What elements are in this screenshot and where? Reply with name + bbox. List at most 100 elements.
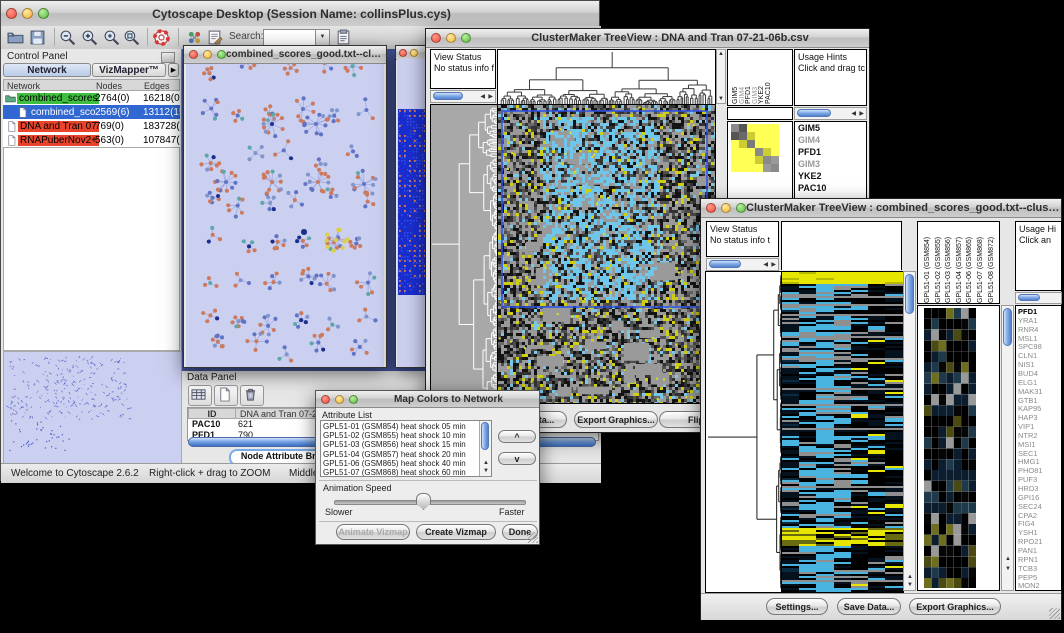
zoom-window-icon[interactable] <box>736 203 746 213</box>
save-session-icon[interactable] <box>29 29 46 46</box>
attribute-item[interactable]: GPL51-02 (GSM855) heat shock 10 min <box>323 431 466 440</box>
tab-network[interactable]: Network <box>3 63 91 77</box>
open-session-icon[interactable] <box>7 29 24 46</box>
tv1-button-exportgraphics[interactable]: Export Graphics... <box>574 411 658 428</box>
network-row-dnaandtran07[interactable]: DNA and Tran 07769(0)183728(0) <box>3 119 180 133</box>
close-icon[interactable] <box>399 49 407 57</box>
network-row-combinedscores[interactable]: combined_scores2764(0)16218(0) <box>3 91 180 105</box>
move-down-button[interactable]: v <box>498 452 536 465</box>
map-colors-titlebar[interactable]: Map Colors to Network <box>316 391 539 408</box>
help-ring-icon[interactable] <box>153 29 170 46</box>
tv2-gene-hmg1[interactable]: HMG1 <box>1018 457 1040 466</box>
resize-grip[interactable] <box>527 532 538 543</box>
tv2-gene-elg1[interactable]: ELG1 <box>1018 378 1037 387</box>
tv2-gene-pep5[interactable]: PEP5 <box>1018 573 1037 582</box>
column-header-edges[interactable]: Edges <box>144 81 180 91</box>
zoom-fit-icon[interactable] <box>123 29 140 46</box>
tv2-gene-yra1[interactable]: YRA1 <box>1018 316 1038 325</box>
attribute-table-icon[interactable] <box>188 385 212 406</box>
tv2-gene-vip1[interactable]: VIP1 <box>1018 422 1034 431</box>
close-icon[interactable] <box>6 8 17 19</box>
tv2-heatmap-vscrollbar[interactable]: ▲ ▼ <box>903 271 916 591</box>
tv2-gene-tcb3[interactable]: TCB3 <box>1018 564 1037 573</box>
zoom-in-icon[interactable] <box>81 29 98 46</box>
attribute-item[interactable]: GPL51-03 (GSM856) heat shock 15 min <box>323 440 466 449</box>
tv2-gene-ntr2[interactable]: NTR2 <box>1018 431 1038 440</box>
minimize-icon[interactable] <box>446 33 456 43</box>
tv2-gene-puf3[interactable]: PUF3 <box>1018 475 1037 484</box>
zoom-window-icon[interactable] <box>349 395 358 404</box>
tv2-gene-kap95[interactable]: KAP95 <box>1018 404 1041 413</box>
close-icon[interactable] <box>189 50 198 59</box>
zoom-selected-icon[interactable] <box>103 29 120 46</box>
tv2-gene-hap3[interactable]: HAP3 <box>1018 413 1038 422</box>
attribute-item[interactable]: GPL51-01 (GSM854) heat shock 05 min <box>323 422 466 431</box>
tv2-row-dendrogram[interactable] <box>705 271 782 593</box>
tv2-gene-cln1[interactable]: CLN1 <box>1018 351 1037 360</box>
tv1-gene-yke2[interactable]: YKE2 <box>798 171 822 181</box>
tv2-gene-rpn1[interactable]: RPN1 <box>1018 555 1038 564</box>
minimize-icon[interactable] <box>721 203 731 213</box>
tv2-button-savedata[interactable]: Save Data... <box>837 598 901 615</box>
tv2-gene-mak31[interactable]: MAK31 <box>1018 387 1043 396</box>
dialog-button-createvizmap[interactable]: Create Vizmap <box>416 524 496 540</box>
new-attribute-icon[interactable] <box>214 385 238 406</box>
tv2-gene-pan1[interactable]: PAN1 <box>1018 546 1037 555</box>
search-config-icon[interactable] <box>335 29 352 46</box>
tv2-gene-sec24[interactable]: SEC24 <box>1018 502 1042 511</box>
tv2-right-hscrollbar[interactable] <box>1015 292 1062 304</box>
minimize-icon[interactable] <box>410 49 418 57</box>
tv2-left-hscrollbar[interactable]: ◀ ▶ <box>706 258 779 271</box>
treeview1-titlebar[interactable]: ClusterMaker TreeView : DNA and Tran 07-… <box>426 29 869 48</box>
tv1-gene-gim3[interactable]: GIM3 <box>798 159 820 169</box>
tv2-gene-ysh1[interactable]: YSH1 <box>1018 528 1038 537</box>
tv2-gene-gpi16[interactable]: GPI16 <box>1018 493 1039 502</box>
resize-grip[interactable] <box>1049 608 1060 619</box>
tv2-gene-mon2[interactable]: MON2 <box>1018 581 1040 590</box>
tv2-gene-cpa2[interactable]: CPA2 <box>1018 511 1037 520</box>
delete-attribute-icon[interactable] <box>240 385 264 406</box>
close-icon[interactable] <box>321 395 330 404</box>
tv2-gene-sec1[interactable]: SEC1 <box>1018 449 1038 458</box>
tv2-gene-gtb1[interactable]: GTB1 <box>1018 396 1038 405</box>
tv1-gene-gim5[interactable]: GIM5 <box>798 123 820 133</box>
close-icon[interactable] <box>431 33 441 43</box>
treeview2-titlebar[interactable]: ClusterMaker TreeView : combined_scores_… <box>701 199 1061 218</box>
tv2-gene-pfd1[interactable]: PFD1 <box>1018 307 1037 316</box>
minimize-icon[interactable] <box>203 50 212 59</box>
plugins-icon[interactable] <box>186 29 203 46</box>
tv2-gene-fig4[interactable]: FIG4 <box>1018 519 1035 528</box>
tv1-right-hscrollbar[interactable]: ◀ ▶ <box>794 107 867 120</box>
tv1-heatmap[interactable] <box>497 104 716 404</box>
tv2-gene-hrd3[interactable]: HRD3 <box>1018 484 1038 493</box>
tv2-gene-nis1[interactable]: NIS1 <box>1018 360 1035 369</box>
network-row-combinedsco[interactable]: combined_sco2569(6)13112(15) <box>3 105 180 119</box>
search-dropdown-icon[interactable]: ▼ <box>315 29 330 46</box>
tv2-button-exportgraphics[interactable]: Export Graphics... <box>909 598 1001 615</box>
tv2-zoom-vscrollbar[interactable]: ▲ ▼ <box>1001 305 1014 591</box>
attribute-list-scrollbar[interactable]: ▲ ▼ <box>479 421 491 476</box>
minimize-icon[interactable] <box>335 395 344 404</box>
column-header-network[interactable]: Network <box>7 81 93 91</box>
tv1-mini-vscrollbar[interactable]: ▲ ▼ <box>716 49 726 104</box>
float-panel-icon[interactable] <box>161 52 175 63</box>
scroll-right-icon[interactable]: ▶ <box>488 94 493 100</box>
tv2-gene-msl1[interactable]: MSL1 <box>1018 334 1038 343</box>
zoom-window-icon[interactable] <box>38 8 49 19</box>
background-window-titlebar[interactable] <box>396 46 427 60</box>
zoom-window-icon[interactable] <box>461 33 471 43</box>
tv1-gene-pac10[interactable]: PAC10 <box>798 183 826 193</box>
attribute-item[interactable]: GPL51-04 (GSM857) heat shock 20 min <box>323 450 466 459</box>
minimize-icon[interactable] <box>22 8 33 19</box>
tv1-row-dendrogram[interactable] <box>430 104 498 404</box>
tab-vizmapper[interactable]: VizMapper™ <box>92 63 166 77</box>
network-graph-canvas[interactable] <box>186 64 384 367</box>
tv1-correlation-matrix[interactable] <box>731 124 779 172</box>
tv2-gene-msi1[interactable]: MSI1 <box>1018 440 1036 449</box>
close-icon[interactable] <box>706 203 716 213</box>
attribute-item[interactable]: GPL51-07 (GSM868) heat shock 60 min <box>323 468 466 477</box>
zoom-out-icon[interactable] <box>59 29 76 46</box>
animation-speed-slider-thumb[interactable] <box>416 493 431 510</box>
tv1-gene-gim4[interactable]: GIM4 <box>798 135 820 145</box>
tv1-gene-pfd1[interactable]: PFD1 <box>798 147 821 157</box>
